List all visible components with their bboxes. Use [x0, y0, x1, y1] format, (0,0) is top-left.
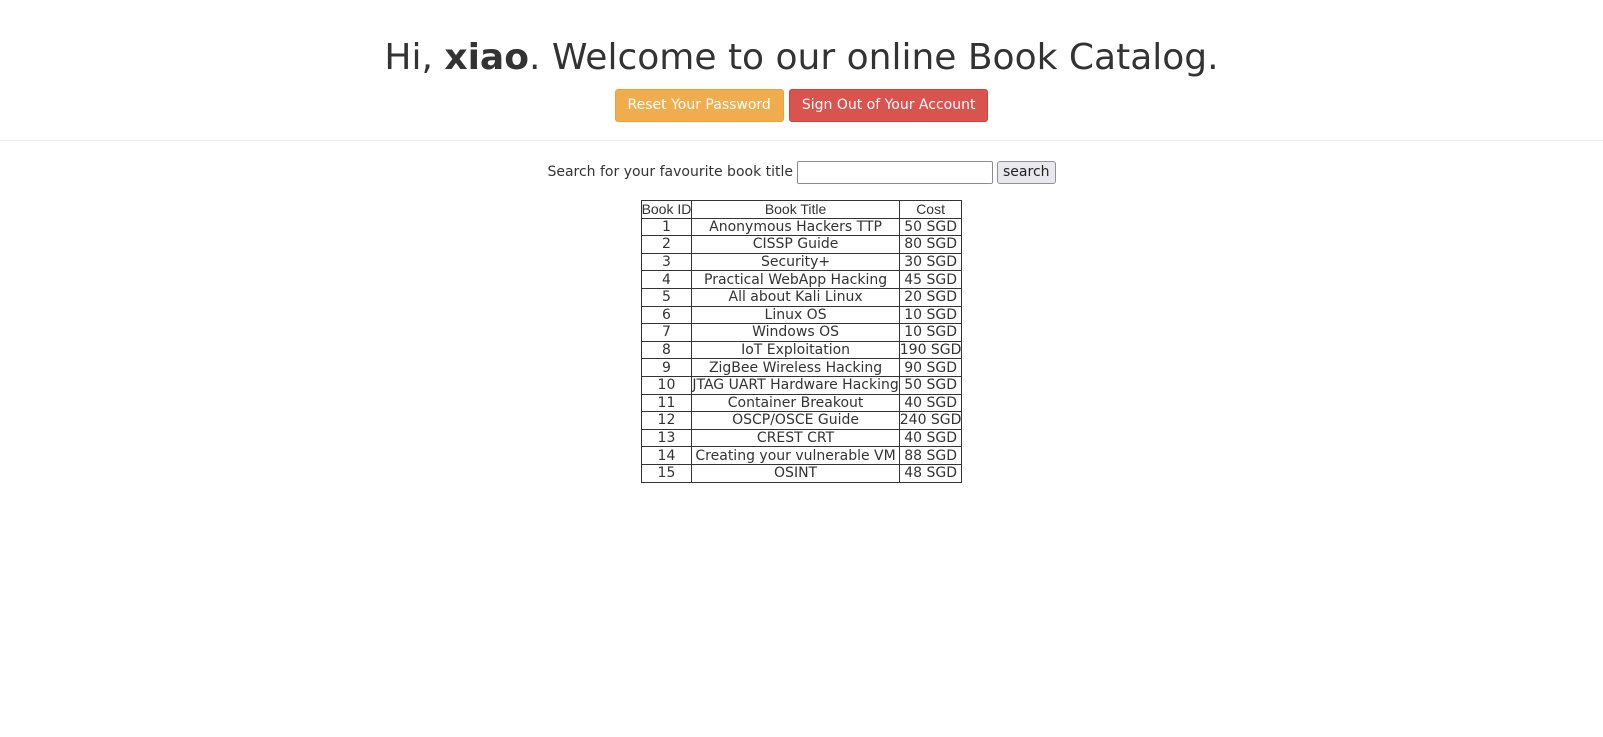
cell-book-id: 3 — [640, 252, 693, 272]
cell-book-id: 1 — [640, 217, 693, 237]
search-button[interactable]: search — [997, 160, 1056, 184]
table-row: 4 Practical WebApp Hacking 45 SGD — [640, 270, 963, 289]
search-label: Search for your favourite book title — [547, 164, 794, 180]
page-header: Hi, xiao. Welcome to our online Book Cat… — [0, 0, 1603, 141]
cell-book-title: Anonymous Hackers TTP — [691, 217, 900, 237]
cell-book-id: 14 — [640, 446, 693, 465]
greeting: Hi, — [384, 37, 445, 78]
cell-book-id: 12 — [640, 411, 693, 430]
cell-cost: 45 SGD — [898, 270, 963, 289]
cell-book-title: Practical WebApp Hacking — [691, 270, 900, 289]
cell-book-id: 9 — [640, 358, 693, 377]
cell-cost: 190 SGD — [898, 340, 963, 360]
cell-book-title: JTAG UART Hardware Hacking — [691, 375, 900, 395]
reset-password-button[interactable]: Reset Your Password — [614, 89, 784, 122]
cell-cost: 80 SGD — [898, 235, 963, 254]
cell-book-title: Linux OS — [691, 305, 900, 325]
cell-cost: 20 SGD — [898, 287, 963, 307]
cell-book-title: ZigBee Wireless Hacking — [691, 358, 900, 377]
search-form: Search for your favourite book title sea… — [0, 160, 1603, 184]
cell-cost: 240 SGD — [898, 411, 963, 430]
table-row: 8 IoT Exploitation 190 SGD — [640, 340, 963, 360]
cell-book-title: Creating your vulnerable VM — [691, 446, 900, 465]
table-row: 9 ZigBee Wireless Hacking 90 SGD — [640, 358, 963, 377]
cell-book-title: Container Breakout — [691, 393, 900, 413]
table-row: 14 Creating your vulnerable VM 88 SGD — [640, 446, 963, 465]
cell-cost: 30 SGD — [898, 252, 963, 272]
cell-cost: 50 SGD — [898, 217, 963, 237]
cell-cost: 40 SGD — [898, 428, 963, 448]
cell-book-id: 6 — [640, 305, 693, 325]
cell-book-id: 2 — [640, 235, 693, 254]
cell-book-id: 13 — [640, 428, 693, 448]
table-row: 13 CREST CRT 40 SGD — [640, 428, 963, 448]
cell-cost: 40 SGD — [898, 393, 963, 413]
table-row: 7 Windows OS 10 SGD — [640, 323, 963, 342]
book-table: Book ID Book Title Cost 1 Anonymous Hacke… — [640, 200, 963, 483]
username: xiao — [444, 37, 529, 78]
table-row: 11 Container Breakout 40 SGD — [640, 393, 963, 413]
cell-book-id: 4 — [640, 270, 693, 289]
cell-book-id: 10 — [640, 375, 693, 395]
cell-cost: 10 SGD — [898, 305, 963, 325]
cell-cost: 10 SGD — [898, 323, 963, 342]
cell-cost: 50 SGD — [898, 375, 963, 395]
cell-cost: 88 SGD — [898, 446, 963, 465]
table-row: 5 All about Kali Linux 20 SGD — [640, 287, 963, 307]
page-title: Hi, xiao. Welcome to our online Book Cat… — [0, 36, 1603, 80]
table-row: 10 JTAG UART Hardware Hacking 50 SGD — [640, 375, 963, 395]
cell-cost: 90 SGD — [898, 358, 963, 377]
table-row: 15 OSINT 48 SGD — [640, 463, 963, 483]
header-cost: Cost — [898, 200, 963, 219]
table-row: 6 Linux OS 10 SGD — [640, 305, 963, 325]
welcome-text: . Welcome to our online Book Catalog. — [528, 37, 1219, 78]
cell-book-title: Windows OS — [691, 323, 900, 342]
cell-book-id: 11 — [640, 393, 693, 413]
search-input[interactable] — [797, 160, 994, 184]
table-row: 12 OSCP/OSCE Guide 240 SGD — [640, 411, 963, 430]
table-row: 3 Security+ 30 SGD — [640, 252, 963, 272]
header-book-id: Book ID — [640, 200, 693, 219]
table-row: 2 CISSP Guide 80 SGD — [640, 235, 963, 254]
cell-book-title: All about Kali Linux — [691, 287, 900, 307]
cell-cost: 48 SGD — [898, 463, 963, 483]
cell-book-id: 7 — [640, 323, 693, 342]
cell-book-title: Security+ — [691, 252, 900, 272]
cell-book-title: CISSP Guide — [691, 235, 900, 254]
cell-book-title: OSCP/OSCE Guide — [691, 411, 900, 430]
cell-book-id: 15 — [640, 463, 693, 483]
cell-book-id: 8 — [640, 340, 693, 360]
header-book-title: Book Title — [691, 200, 900, 219]
cell-book-id: 5 — [640, 287, 693, 307]
cell-book-title: IoT Exploitation — [691, 340, 900, 360]
cell-book-title: OSINT — [691, 463, 900, 483]
cell-book-title: CREST CRT — [691, 428, 900, 448]
table-row: 1 Anonymous Hackers TTP 50 SGD — [640, 217, 963, 237]
sign-out-button[interactable]: Sign Out of Your Account — [788, 89, 989, 122]
